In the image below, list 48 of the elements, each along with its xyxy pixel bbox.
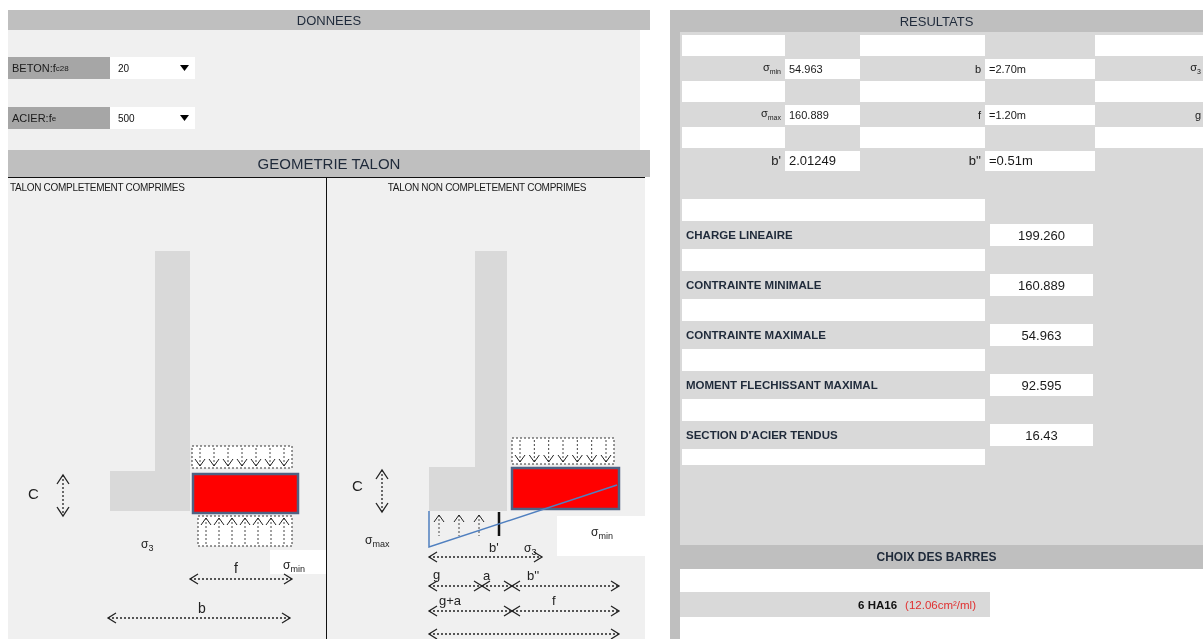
value-cell: 16.43 xyxy=(990,424,1093,446)
label-background xyxy=(270,550,326,574)
diagram-label: b xyxy=(198,601,206,615)
diagram-label: σ$_{3}$ xyxy=(141,538,154,554)
diagram-label: a xyxy=(483,569,491,582)
parameter-label: σ$_{min}$ xyxy=(761,61,782,76)
section-header: GEOMETRIE TALON xyxy=(8,150,650,177)
parameter-label: f xyxy=(976,108,982,121)
diagram-label: b'' xyxy=(527,569,540,582)
value-cell: 199.260 xyxy=(990,224,1093,246)
value-cell: 92.595 xyxy=(990,374,1093,396)
diagram-label: g+a xyxy=(439,594,462,607)
parameter-label: σ$_{max}$ xyxy=(759,107,782,122)
diagram-label: σ$_{min}$ xyxy=(591,526,613,542)
diagram-title: TALON NON COMPLETEMENT COMPRIMES xyxy=(386,181,588,193)
value-cell: =2.70m xyxy=(985,58,1095,79)
diagram-label: σ$_{min}$ xyxy=(283,559,305,575)
dropdown[interactable]: 500 xyxy=(110,107,195,129)
value-cell: =0.51m xyxy=(985,150,1095,171)
steel-area: (12.06cm²/ml) xyxy=(905,598,976,611)
bar-count: 6 HA16 xyxy=(858,598,898,611)
diagram-label: σ$_{3}$ xyxy=(524,542,537,558)
parameter-label: b'' xyxy=(967,153,982,168)
diagram-label: b' xyxy=(489,541,499,554)
value-cell: 54.963 xyxy=(785,58,860,79)
caret-icon xyxy=(180,115,189,121)
soil-reaction-drawing xyxy=(433,512,501,537)
diagram-label: f xyxy=(552,594,556,607)
caret-icon xyxy=(180,65,189,71)
diagram-label: C xyxy=(28,486,39,501)
value-cell: 2.01249 xyxy=(785,150,860,171)
diagram-label: f xyxy=(234,561,238,575)
dropdown[interactable]: 20 xyxy=(110,57,195,79)
parameter-label: σ$_{3}$ xyxy=(1189,61,1202,76)
value-cell: 54.963 xyxy=(990,324,1093,346)
diagram-label: g xyxy=(433,568,441,581)
parameter-label: b' xyxy=(770,153,782,168)
section-header: DONNEES xyxy=(8,10,650,30)
dimension-arrow xyxy=(375,468,389,514)
parameter-label: g xyxy=(1193,108,1202,121)
parameter-label: b xyxy=(973,62,982,75)
dimension-arrow xyxy=(56,473,70,518)
diagram-label: C xyxy=(352,478,363,493)
value-cell: 160.889 xyxy=(785,104,860,125)
value-cell: =1.20m xyxy=(985,104,1095,125)
diagram-title: TALON COMPLETEMENT COMPRIMES xyxy=(9,181,186,193)
value-cell: 160.889 xyxy=(990,274,1093,296)
diagram-label: σ$_{max}$ xyxy=(365,534,390,550)
